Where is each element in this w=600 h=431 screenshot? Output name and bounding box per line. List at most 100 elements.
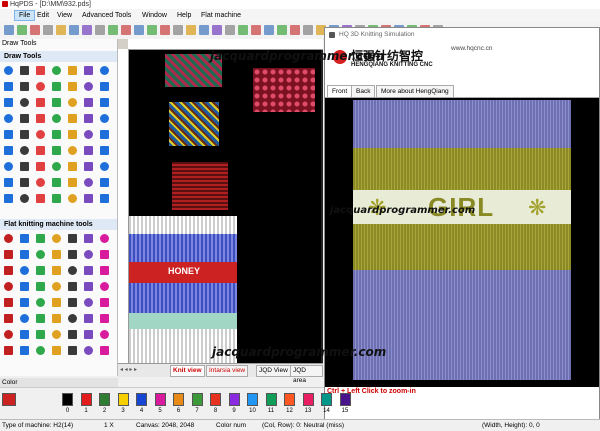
tool-icon[interactable] (68, 330, 77, 339)
toolbar-button[interactable] (199, 25, 209, 35)
toolbar-button[interactable] (121, 25, 131, 35)
tool-icon[interactable] (20, 346, 29, 355)
current-color-icon[interactable] (2, 393, 16, 406)
color-swatch[interactable] (191, 393, 203, 406)
pattern-swatch[interactable] (253, 68, 315, 112)
tab-intarsia-view[interactable]: Intarsia view (206, 365, 249, 377)
tool-icon[interactable] (20, 82, 29, 91)
toolbar-button[interactable] (82, 25, 92, 35)
tool-icon[interactable] (84, 162, 93, 171)
tool-icon[interactable] (100, 130, 109, 139)
toolbar-button[interactable] (43, 25, 53, 35)
color-swatch[interactable] (210, 393, 221, 406)
toolbar-button[interactable] (30, 25, 40, 35)
color-swatch[interactable] (99, 393, 110, 406)
sweater-design[interactable]: HONEY (129, 216, 237, 363)
tool-icon[interactable] (84, 330, 93, 339)
tool-icon[interactable] (84, 98, 93, 107)
tool-icon[interactable] (100, 346, 109, 355)
tool-icon[interactable] (36, 82, 45, 91)
tool-icon[interactable] (52, 314, 61, 323)
tool-icon[interactable] (4, 330, 13, 339)
tab-knit-view[interactable]: Knit view (170, 365, 205, 377)
tool-icon[interactable] (4, 282, 13, 291)
tool-icon[interactable] (52, 178, 61, 187)
tool-icon[interactable] (4, 82, 13, 91)
toolbar-button[interactable] (212, 25, 222, 35)
color-swatch[interactable] (247, 393, 258, 406)
tool-icon[interactable] (84, 298, 93, 307)
tool-icon[interactable] (4, 194, 13, 203)
tool-icon[interactable] (52, 146, 61, 155)
menu-view[interactable]: View (53, 10, 76, 21)
tool-icon[interactable] (84, 266, 93, 275)
color-swatch[interactable] (284, 393, 295, 406)
tool-icon[interactable] (36, 346, 45, 355)
tool-icon[interactable] (4, 114, 13, 123)
tool-icon[interactable] (20, 178, 29, 187)
tool-icon[interactable] (36, 130, 45, 139)
tool-icon[interactable] (36, 194, 45, 203)
toolbar-button[interactable] (186, 25, 196, 35)
tab-scroll-arrows[interactable]: ◂ ◂ ▸ ▸ (120, 366, 137, 373)
design-canvas[interactable]: HONEY (129, 50, 323, 363)
tool-icon[interactable] (84, 82, 93, 91)
tool-icon[interactable] (36, 250, 45, 259)
tool-icon[interactable] (84, 130, 93, 139)
tool-icon[interactable] (100, 298, 109, 307)
tool-icon[interactable] (100, 250, 109, 259)
tool-icon[interactable] (52, 98, 61, 107)
toolbar-button[interactable] (160, 25, 170, 35)
tool-icon[interactable] (84, 314, 93, 323)
tool-icon[interactable] (52, 114, 61, 123)
tool-icon[interactable] (36, 314, 45, 323)
tool-icon[interactable] (36, 146, 45, 155)
tool-icon[interactable] (20, 130, 29, 139)
tool-icon[interactable] (68, 298, 77, 307)
menu-advanced-tools[interactable]: Advanced Tools (78, 10, 135, 21)
color-swatch[interactable] (302, 393, 314, 406)
toolbar-button[interactable] (17, 25, 27, 35)
tool-icon[interactable] (100, 114, 109, 123)
toolbar-button[interactable] (108, 25, 118, 35)
tool-icon[interactable] (20, 234, 29, 243)
toolbar-button[interactable] (290, 25, 300, 35)
tool-icon[interactable] (20, 194, 29, 203)
draw-tools-header[interactable]: Draw Tools (0, 51, 117, 62)
tool-icon[interactable] (20, 66, 29, 75)
tool-icon[interactable] (68, 178, 77, 187)
color-swatch[interactable] (62, 393, 73, 406)
color-swatch[interactable] (117, 393, 129, 406)
toolbar-button[interactable] (69, 25, 79, 35)
tool-icon[interactable] (84, 194, 93, 203)
tool-icon[interactable] (52, 234, 61, 243)
tool-icon[interactable] (84, 146, 93, 155)
tool-icon[interactable] (20, 250, 29, 259)
tool-icon[interactable] (4, 98, 13, 107)
toolbar-button[interactable] (134, 25, 144, 35)
tool-icon[interactable] (100, 234, 109, 243)
tool-icon[interactable] (36, 162, 45, 171)
color-swatch[interactable] (228, 393, 240, 406)
tool-icon[interactable] (84, 282, 93, 291)
tool-icon[interactable] (4, 162, 13, 171)
tool-icon[interactable] (52, 162, 61, 171)
tool-icon[interactable] (68, 234, 77, 243)
simulation-view[interactable]: ❋ GIRL ❋ (325, 98, 599, 387)
tool-icon[interactable] (68, 282, 77, 291)
color-swatch[interactable] (154, 393, 166, 406)
tool-icon[interactable] (4, 250, 13, 259)
tool-icon[interactable] (100, 82, 109, 91)
tool-icon[interactable] (4, 266, 13, 275)
tab-jqd-area[interactable]: JQD area (290, 365, 323, 384)
tool-icon[interactable] (68, 146, 77, 155)
tool-icon[interactable] (20, 146, 29, 155)
tool-icon[interactable] (68, 162, 77, 171)
toolbar-button[interactable] (303, 25, 313, 35)
tool-icon[interactable] (52, 130, 61, 139)
menu-help[interactable]: Help (173, 10, 195, 21)
tool-icon[interactable] (68, 114, 77, 123)
toolbar-button[interactable] (147, 25, 157, 35)
tool-icon[interactable] (4, 66, 13, 75)
toolbar-button[interactable] (4, 25, 14, 35)
